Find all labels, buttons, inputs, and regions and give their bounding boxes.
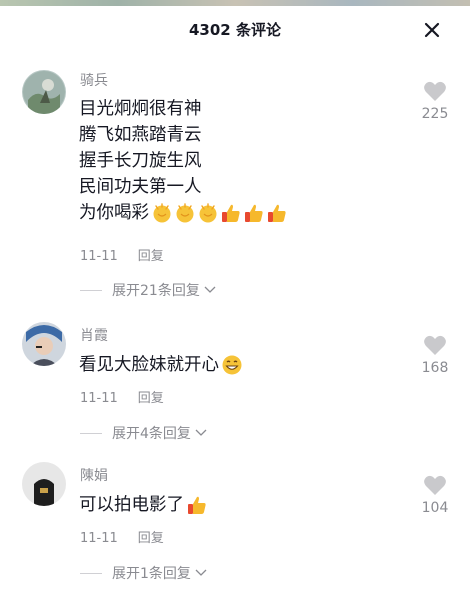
close-icon[interactable] <box>422 20 442 40</box>
comment-line: 腾飞如燕踏青云 <box>79 125 202 145</box>
like-button[interactable] <box>420 334 450 356</box>
comment-date: 11-11 <box>80 249 118 264</box>
comment-line: 看见大脸妹就开心 <box>79 355 219 375</box>
comment-meta: 11-11 回复 <box>80 527 164 546</box>
clap-emoji-icon <box>174 202 196 224</box>
thumbs-up-emoji-icon <box>186 494 208 516</box>
thumbs-up-emoji-icon <box>220 202 242 224</box>
reply-button[interactable]: 回复 <box>138 531 164 546</box>
heart-icon <box>424 475 446 495</box>
like-count: 104 <box>421 500 449 516</box>
chevron-down-icon <box>204 282 216 298</box>
thumbs-up-emoji-icon <box>266 202 288 224</box>
expand-replies-label: 展开4条回复 <box>112 426 191 442</box>
comment-line: 为你喝彩 <box>79 203 149 223</box>
like-button[interactable] <box>420 80 450 102</box>
comment-line-with-emojis: 为你喝彩 <box>79 200 289 226</box>
reply-button[interactable]: 回复 <box>138 249 164 264</box>
divider-line <box>80 572 102 574</box>
comment-text: 目光炯炯很有神 腾飞如燕踏青云 握手长刀旋生风 民间功夫第一人 为你喝彩 <box>79 96 289 226</box>
clap-emoji-icon <box>151 202 173 224</box>
heart-icon <box>424 335 446 355</box>
emoji-row <box>186 494 209 516</box>
comment-text: 看见大脸妹就开心 <box>79 352 244 378</box>
comment-date: 11-11 <box>80 531 118 546</box>
comment-line: 握手长刀旋生风 <box>79 151 202 171</box>
avatar[interactable] <box>22 462 66 506</box>
comment-nickname[interactable]: 陳娟 <box>80 465 108 485</box>
reply-button[interactable]: 回复 <box>138 391 164 406</box>
comment-line-with-emojis: 看见大脸妹就开心 <box>79 352 244 378</box>
thumbs-up-emoji-icon <box>243 202 265 224</box>
comment-text: 可以拍电影了 <box>79 492 209 518</box>
avatar[interactable] <box>22 70 66 114</box>
chevron-down-icon <box>195 565 207 581</box>
comment-line: 目光炯炯很有神 <box>79 99 202 119</box>
comment-meta: 11-11 回复 <box>80 245 164 264</box>
comment-line-with-emojis: 可以拍电影了 <box>79 492 209 518</box>
expand-replies-label: 展开21条回复 <box>112 283 200 299</box>
grin-emoji-icon <box>221 354 243 376</box>
comment-date: 11-11 <box>80 391 118 406</box>
comments-sheet <box>0 6 470 598</box>
chevron-down-icon <box>195 425 207 441</box>
like-count: 225 <box>421 106 449 122</box>
comments-header-title: 4302 条评论 <box>189 21 281 39</box>
comment-nickname[interactable]: 骑兵 <box>80 70 108 90</box>
like-count: 168 <box>421 360 449 376</box>
emoji-row <box>221 354 244 376</box>
emoji-row <box>151 202 289 224</box>
expand-replies-button[interactable]: 展开21条回复 <box>80 280 216 300</box>
divider-line <box>80 289 102 291</box>
comment-nickname[interactable]: 肖霞 <box>80 325 108 345</box>
like-button[interactable] <box>420 474 450 496</box>
avatar[interactable] <box>22 322 66 366</box>
expand-replies-button[interactable]: 展开4条回复 <box>80 423 207 443</box>
expand-replies-button[interactable]: 展开1条回复 <box>80 563 207 583</box>
divider-line <box>80 432 102 434</box>
comment-line: 民间功夫第一人 <box>79 177 202 197</box>
comment-meta: 11-11 回复 <box>80 387 164 406</box>
expand-replies-label: 展开1条回复 <box>112 566 191 582</box>
clap-emoji-icon <box>197 202 219 224</box>
comment-line: 可以拍电影了 <box>79 495 184 515</box>
heart-icon <box>424 81 446 101</box>
